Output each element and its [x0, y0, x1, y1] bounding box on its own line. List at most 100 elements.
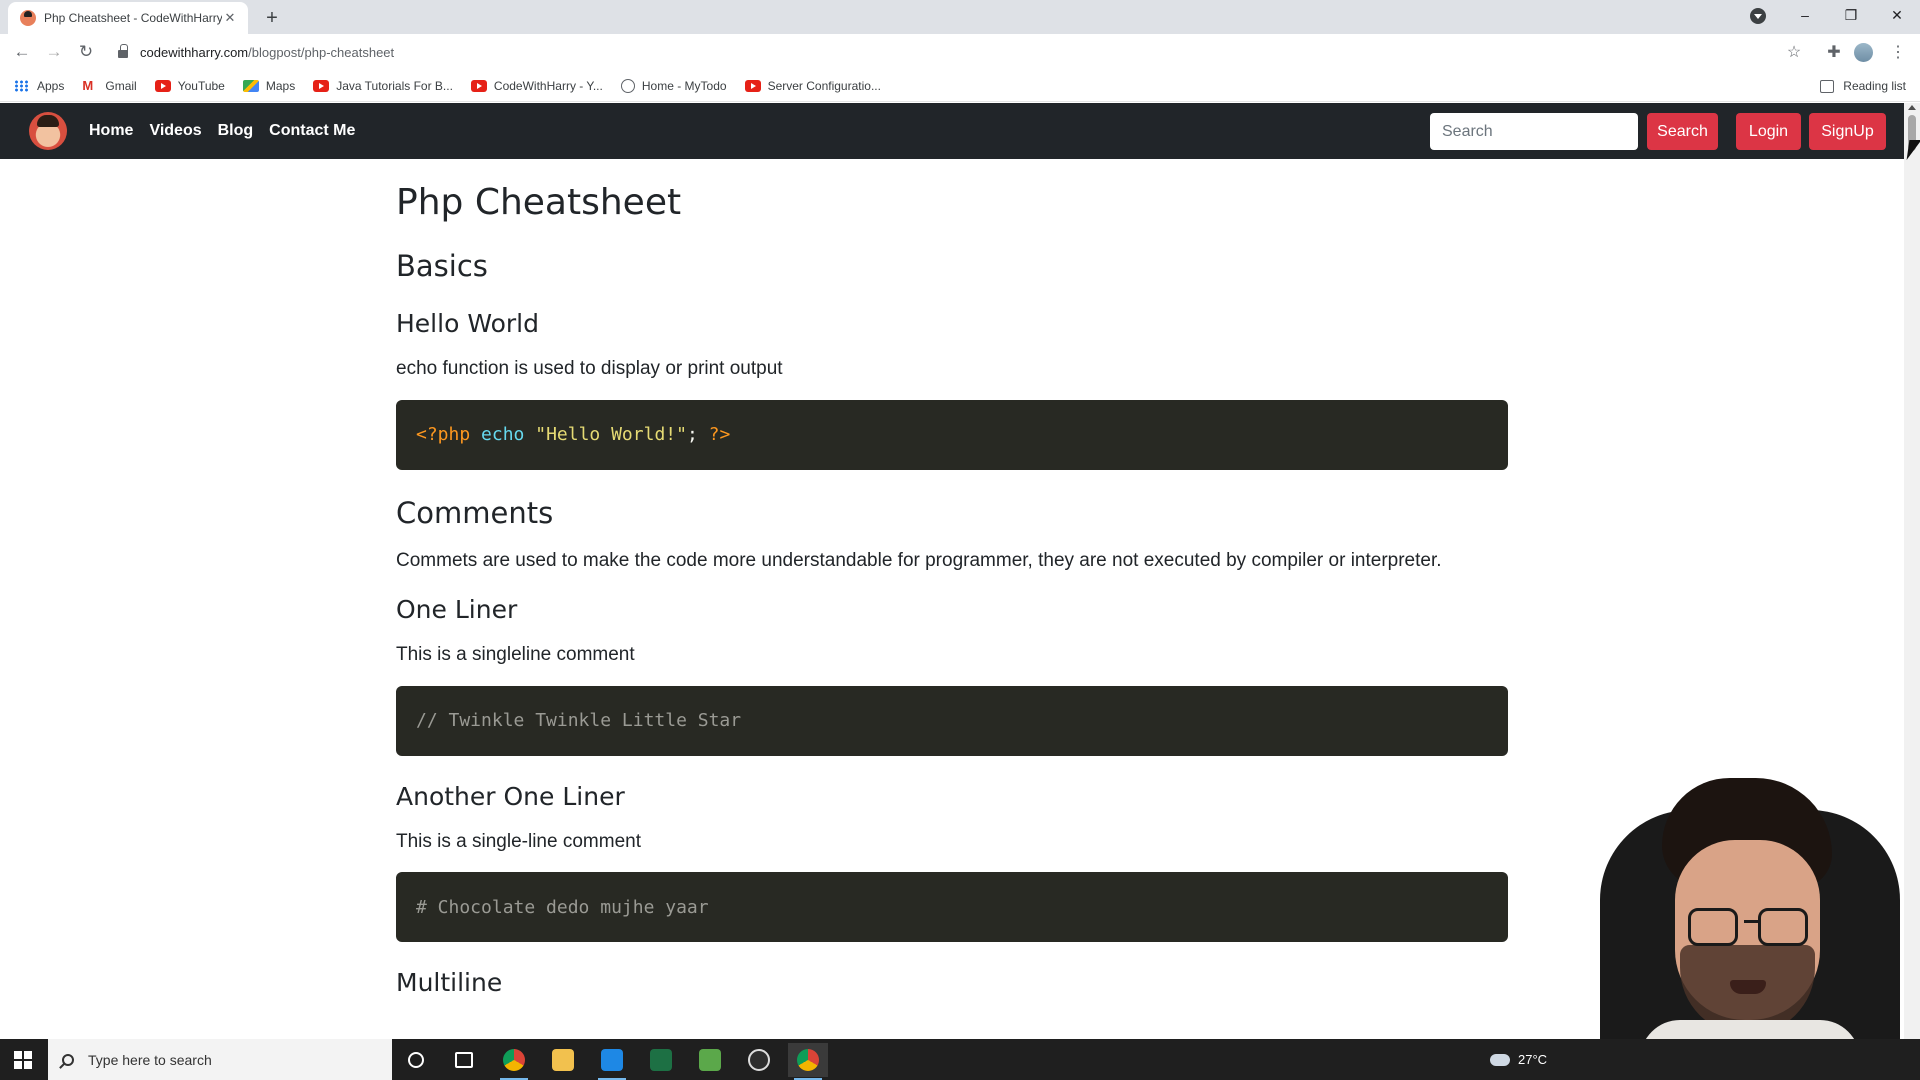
search-icon	[62, 1053, 74, 1066]
youtube-icon	[154, 79, 171, 92]
another-one-liner-description: This is a single-line comment	[396, 830, 641, 852]
apps-icon	[14, 79, 30, 92]
bookmark-java-tutorials[interactable]: Java Tutorials For B...	[313, 79, 453, 93]
site-nav-links: Home Videos Blog Contact Me	[89, 103, 355, 159]
browser-toolbar: ← → ↻ codewithharry.com/blogpost/php-che…	[0, 34, 1920, 70]
code-semicolon: ;	[686, 424, 698, 446]
one-liner-description: This is a singleline comment	[396, 644, 635, 666]
glasses-left-lens	[1688, 908, 1738, 946]
gmail-icon: M	[82, 77, 94, 93]
system-tray: 27°C	[1490, 1039, 1547, 1080]
bookmark-mytodo[interactable]: Home - MyTodo	[620, 78, 727, 93]
heading-multiline: Multiline	[396, 968, 503, 998]
site-navbar: Home Videos Blog Contact Me Search Login…	[0, 103, 1904, 159]
bookmark-label: Maps	[265, 78, 296, 93]
taskbar-chrome[interactable]	[494, 1043, 534, 1080]
obs-icon	[748, 1049, 770, 1071]
signup-button[interactable]: SignUp	[1809, 113, 1886, 150]
bookmark-label: Gmail	[105, 78, 137, 93]
glasses-bridge	[1744, 920, 1758, 923]
reading-list-icon	[1820, 79, 1835, 93]
profile-avatar[interactable]	[1854, 43, 1873, 62]
bookmark-server-config[interactable]: Server Configuratio...	[744, 79, 881, 93]
close-window-button[interactable]: ✕	[1874, 0, 1920, 30]
bookmark-apps[interactable]: Apps	[14, 79, 64, 93]
login-button[interactable]: Login	[1736, 113, 1801, 150]
reading-list-label: Reading list	[1843, 79, 1906, 93]
nav-contact-link[interactable]: Contact Me	[269, 122, 355, 140]
codewithharry-favicon	[20, 10, 36, 26]
weather-temperature[interactable]: 27°C	[1518, 1052, 1547, 1067]
bookmark-codewithharry[interactable]: CodeWithHarry - Y...	[470, 79, 603, 93]
taskbar-notepad[interactable]	[690, 1043, 730, 1077]
reload-icon[interactable]: ↻	[74, 40, 98, 64]
taskbar-chrome-profile[interactable]	[788, 1043, 828, 1080]
browser-menu-icon[interactable]: ⋮	[1886, 40, 1910, 64]
youtube-icon	[313, 79, 330, 92]
bookmarks-bar: Apps M Gmail YouTube Maps Java Tutorials …	[0, 70, 1920, 102]
cortana-button[interactable]	[396, 1043, 436, 1077]
page-title: Php Cheatsheet	[396, 182, 682, 223]
bookmark-label: Apps	[37, 78, 65, 93]
scroll-up-arrow-icon[interactable]	[1908, 105, 1916, 110]
tab-title: Php Cheatsheet - CodeWithHarry	[44, 11, 222, 25]
tab-search-icon[interactable]	[1750, 8, 1766, 24]
task-view-icon	[455, 1052, 473, 1068]
code-comment: // Twinkle Twinkle Little Star	[416, 710, 742, 732]
browser-tab[interactable]: Php Cheatsheet - CodeWithHarry ✕	[8, 2, 248, 34]
maps-icon	[242, 79, 259, 92]
browser-tab-strip: Php Cheatsheet - CodeWithHarry ✕ + – ❐ ✕	[0, 0, 1920, 34]
new-tab-button[interactable]: +	[258, 4, 286, 32]
code-block-hello-world: <?php echo "Hello World!"; ?>	[396, 399, 1508, 470]
search-button[interactable]: Search	[1647, 113, 1718, 150]
code-string: "Hello World!"	[535, 424, 687, 446]
bookmark-label: Java Tutorials For B...	[336, 78, 453, 93]
nav-videos-link[interactable]: Videos	[149, 122, 201, 140]
taskbar-search-box[interactable]: Type here to search	[48, 1039, 392, 1080]
heading-hello-world: Hello World	[396, 309, 539, 339]
taskbar-obs[interactable]	[739, 1043, 779, 1077]
bookmark-gmail[interactable]: M Gmail	[82, 79, 136, 93]
taskbar-vscode[interactable]	[592, 1043, 632, 1080]
notepad-icon	[699, 1049, 721, 1071]
site-logo-avatar[interactable]	[29, 112, 67, 150]
comments-description: Commets are used to make the code more u…	[396, 549, 1442, 571]
code-php-close-tag: ?>	[708, 424, 731, 446]
nav-blog-link[interactable]: Blog	[218, 122, 254, 140]
taskbar-search-placeholder: Type here to search	[88, 1051, 212, 1068]
taskbar-file-explorer[interactable]	[543, 1043, 583, 1077]
file-explorer-icon	[552, 1049, 574, 1071]
restore-button[interactable]: ❐	[1828, 0, 1874, 30]
youtube-icon	[470, 79, 487, 92]
windows-taskbar: Type here to search 27°C	[0, 1039, 1920, 1080]
webcam-presenter-overlay	[1580, 770, 1904, 1040]
nav-home-link[interactable]: Home	[89, 122, 133, 140]
bookmark-youtube[interactable]: YouTube	[154, 78, 225, 93]
page-scrollbar[interactable]	[1904, 103, 1920, 1039]
bookmark-label: YouTube	[177, 78, 225, 93]
code-php-open-tag: <?php	[416, 424, 471, 446]
chrome-icon	[503, 1049, 525, 1071]
windows-start-icon[interactable]	[14, 1051, 32, 1069]
section-heading-comments: Comments	[396, 495, 554, 530]
site-search-input[interactable]	[1430, 113, 1638, 150]
minimize-button[interactable]: –	[1782, 0, 1828, 30]
bookmark-star-icon[interactable]: ☆	[1782, 40, 1806, 64]
task-view-button[interactable]	[444, 1043, 484, 1077]
tab-close-icon[interactable]: ✕	[222, 10, 238, 26]
address-bar[interactable]: codewithharry.com/blogpost/php-cheatshee…	[110, 38, 1780, 66]
vscode-icon	[601, 1049, 623, 1071]
hello-world-description: echo function is used to display or prin…	[396, 358, 783, 380]
code-block-another-one-liner: # Chocolate dedo mujhe yaar	[396, 872, 1508, 943]
code-echo-keyword: echo	[481, 424, 525, 446]
article-content: Php Cheatsheet Basics Hello World echo f…	[396, 159, 1508, 998]
weather-cloud-icon[interactable]	[1490, 1053, 1510, 1066]
extensions-puzzle-icon[interactable]: ✚	[1822, 40, 1846, 64]
taskbar-excel[interactable]	[641, 1043, 681, 1077]
reading-list-button[interactable]: Reading list	[1820, 70, 1906, 102]
excel-icon	[650, 1049, 672, 1071]
bookmark-maps[interactable]: Maps	[242, 78, 296, 93]
forward-arrow-icon[interactable]: →	[42, 40, 66, 64]
back-arrow-icon[interactable]: ←	[10, 40, 34, 64]
code-block-one-liner: // Twinkle Twinkle Little Star	[396, 685, 1508, 756]
